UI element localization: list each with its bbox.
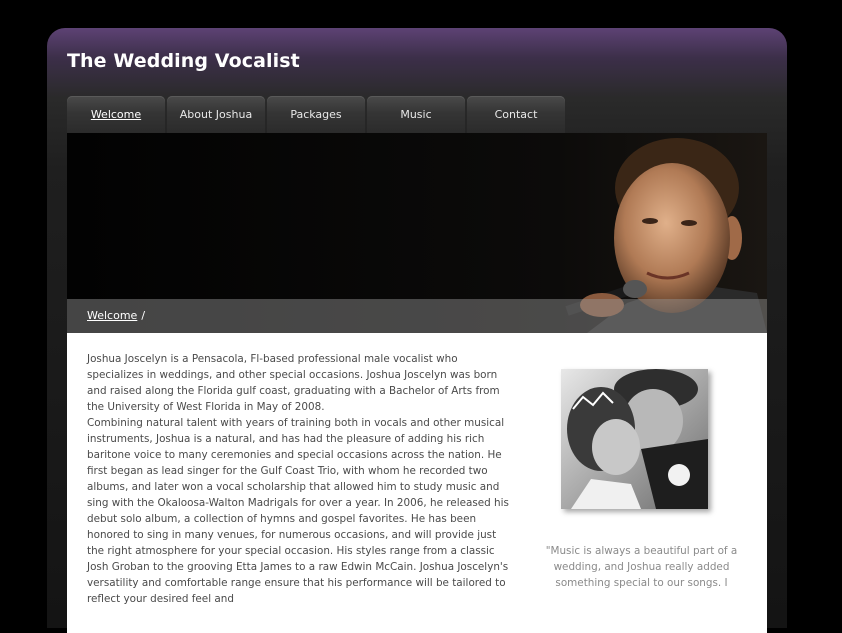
- tab-music-label[interactable]: Music: [400, 108, 431, 121]
- content-area: Joshua Joscelyn is a Pensacola, Fl-based…: [67, 333, 767, 633]
- hero-banner: Welcome /: [67, 133, 767, 333]
- breadcrumb-separator: /: [141, 309, 146, 322]
- testimonial-quote: "Music is always a beautiful part of a w…: [545, 545, 738, 589]
- tab-packages[interactable]: Packages: [267, 96, 365, 133]
- site-title[interactable]: The Wedding Vocalist: [67, 50, 300, 72]
- tab-welcome[interactable]: Welcome: [67, 96, 165, 133]
- breadcrumb: Welcome /: [67, 299, 767, 333]
- tab-contact-label[interactable]: Contact: [495, 108, 538, 121]
- tab-about-joshua[interactable]: About Joshua: [167, 96, 265, 133]
- intro-paragraph-2: Combining natural talent with years of t…: [87, 417, 509, 605]
- breadcrumb-welcome-link[interactable]: Welcome: [87, 309, 137, 322]
- couple-photo-image: [561, 369, 708, 509]
- couple-photo: [561, 369, 708, 509]
- tab-about-joshua-label[interactable]: About Joshua: [180, 108, 252, 121]
- tab-packages-label[interactable]: Packages: [290, 108, 341, 121]
- tab-music[interactable]: Music: [367, 96, 465, 133]
- intro-paragraph-1: Joshua Joscelyn is a Pensacola, Fl-based…: [87, 353, 500, 413]
- page-container: The Wedding Vocalist Welcome About Joshu…: [47, 28, 787, 633]
- tab-welcome-label[interactable]: Welcome: [91, 108, 141, 121]
- intro-text: Joshua Joscelyn is a Pensacola, Fl-based…: [87, 351, 515, 607]
- tab-contact[interactable]: Contact: [467, 96, 565, 133]
